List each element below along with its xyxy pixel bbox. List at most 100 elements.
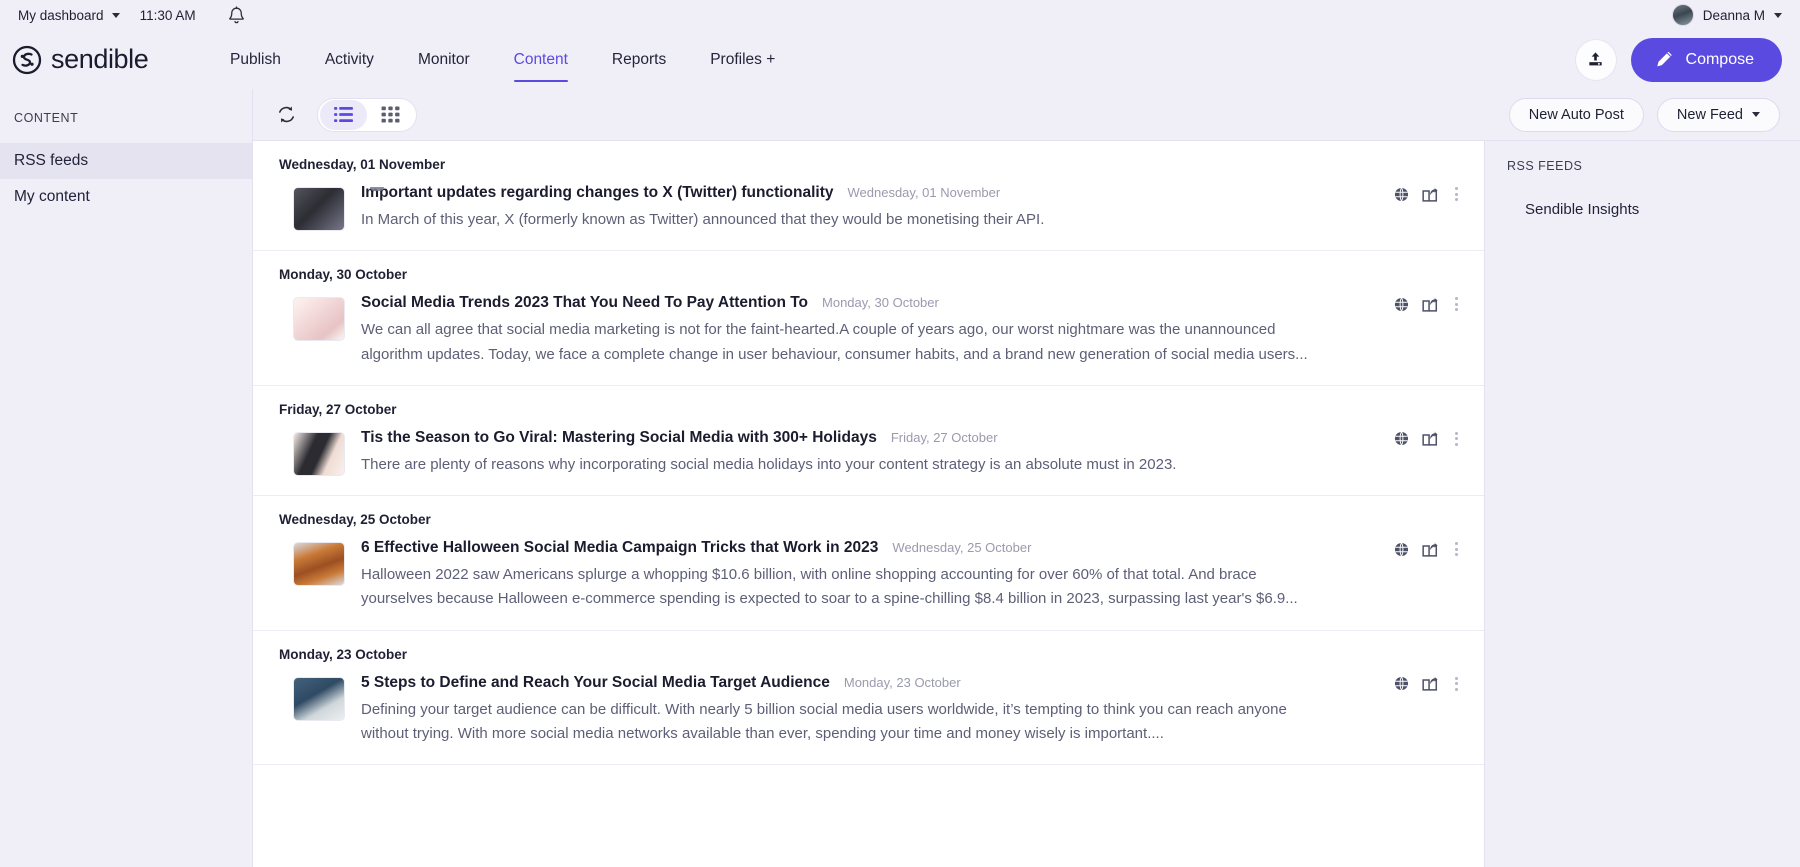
rss-feeds-panel: RSS FEEDS Sendible Insights [1484, 141, 1800, 867]
share-icon[interactable] [1422, 186, 1438, 202]
post-title[interactable]: Social Media Trends 2023 That You Need T… [361, 294, 808, 312]
more-vertical-icon[interactable] [1451, 539, 1462, 559]
dashboard-selector[interactable]: My dashboard [18, 8, 120, 23]
pencil-icon [1656, 51, 1672, 67]
post-content: 5 Steps to Define and Reach Your Social … [361, 674, 1381, 747]
post-title[interactable]: Important updates regarding changes to X… [361, 184, 834, 202]
post-header: Social Media Trends 2023 That You Need T… [361, 294, 1321, 312]
navbar-actions: Compose [1574, 37, 1782, 82]
feed-panel[interactable]: Wednesday, 01 November Important updates… [253, 141, 1484, 867]
new-feed-label: New Feed [1676, 106, 1743, 123]
brand-name: sendible [51, 44, 149, 74]
post-title[interactable]: Tis the Season to Go Viral: Mastering So… [361, 429, 877, 447]
nav-item-profiles[interactable]: Profiles + [688, 33, 797, 86]
globe-icon[interactable] [1394, 431, 1409, 446]
center-column: New Auto Post New Feed Wednesday, 01 Nov… [253, 89, 1800, 867]
rss-feed-item-sendible-insights[interactable]: Sendible Insights [1485, 195, 1800, 224]
post-title[interactable]: 6 Effective Halloween Social Media Campa… [361, 539, 878, 557]
post-actions [1394, 674, 1462, 694]
globe-icon[interactable] [1394, 297, 1409, 312]
post-date: Friday, 27 October [890, 429, 998, 445]
nav-item-activity[interactable]: Activity [303, 33, 396, 86]
new-feed-button[interactable]: New Feed [1656, 97, 1780, 132]
post-header: Important updates regarding changes to X… [361, 184, 1321, 202]
globe-icon[interactable] [1394, 542, 1409, 557]
day-label: Friday, 27 October [279, 401, 397, 417]
post-date: Wednesday, 01 November [847, 185, 1001, 200]
day-group: Friday, 27 October Tis the Season to Go … [253, 386, 1484, 497]
post-date: Wednesday, 25 October [892, 540, 1032, 556]
nav-item-publish[interactable]: Publish [208, 33, 303, 86]
list-item[interactable]: 5 Steps to Define and Reach Your Social … [253, 668, 1484, 765]
share-icon[interactable] [1422, 296, 1438, 312]
nav-item-content[interactable]: Content [492, 33, 590, 86]
post-actions [1394, 539, 1462, 559]
chevron-down-icon [111, 12, 120, 18]
app-root: My dashboard 11:30 AM Deanna M sendible … [0, 0, 1800, 867]
content-toolbar: New Auto Post New Feed [253, 89, 1800, 141]
day-group: Monday, 23 October 5 Steps to Define and… [253, 631, 1484, 766]
sidebar-item-my-content[interactable]: My content [0, 179, 252, 215]
post-excerpt: Halloween 2022 saw Americans splurge a w… [361, 566, 1298, 608]
upload-icon [1589, 52, 1602, 66]
list-item[interactable]: Tis the Season to Go Viral: Mastering So… [253, 423, 1484, 495]
post-thumbnail [293, 676, 345, 721]
utility-bar: My dashboard 11:30 AM Deanna M [0, 0, 1800, 30]
feed-list: Wednesday, 01 November Important updates… [253, 141, 1484, 766]
share-icon[interactable] [1422, 541, 1438, 557]
day-label: Monday, 30 October [279, 267, 408, 283]
grid-view-button[interactable] [367, 100, 414, 130]
post-excerpt: We can all agree that social media marke… [361, 321, 1308, 363]
post-content: Tis the Season to Go Viral: Mastering So… [361, 429, 1381, 477]
post-content: Important updates regarding changes to X… [361, 184, 1381, 232]
list-item[interactable]: Social Media Trends 2023 That You Need T… [253, 288, 1484, 385]
view-toggle-group [317, 97, 417, 132]
more-vertical-icon[interactable] [1451, 294, 1462, 314]
globe-icon[interactable] [1394, 187, 1409, 202]
more-vertical-icon[interactable] [1451, 429, 1462, 449]
chevron-down-icon [1752, 112, 1760, 117]
new-auto-post-label: New Auto Post [1528, 106, 1624, 123]
post-date: Monday, 30 October [822, 295, 939, 311]
post-content: 6 Effective Halloween Social Media Campa… [361, 539, 1381, 612]
day-group: Wednesday, 01 November Important updates… [253, 141, 1484, 252]
post-excerpt: Defining your target audience can be dif… [361, 700, 1287, 743]
more-vertical-icon[interactable] [1451, 184, 1462, 204]
avatar [1671, 4, 1694, 26]
post-header: 5 Steps to Define and Reach Your Social … [361, 674, 1321, 692]
list-item[interactable]: 6 Effective Halloween Social Media Campa… [253, 533, 1484, 630]
left-sidebar: CONTENT RSS feeds My content [0, 89, 253, 867]
compose-button[interactable]: Compose [1630, 37, 1782, 82]
grid-view-icon [381, 106, 400, 123]
post-header: 6 Effective Halloween Social Media Campa… [361, 539, 1321, 557]
brand-logo[interactable]: sendible [12, 44, 208, 75]
day-group: Wednesday, 25 October 6 Effective Hallow… [253, 496, 1484, 631]
sidebar-item-rss-feeds[interactable]: RSS feeds [0, 143, 252, 179]
chevron-down-icon [1774, 12, 1782, 18]
dashboard-label: My dashboard [18, 7, 104, 23]
globe-icon[interactable] [1394, 676, 1409, 691]
new-auto-post-button[interactable]: New Auto Post [1508, 97, 1644, 132]
rss-panel-heading: RSS FEEDS [1507, 159, 1583, 173]
nav-item-monitor[interactable]: Monitor [396, 33, 492, 86]
toolbar-actions: New Auto Post New Feed [1508, 97, 1780, 132]
upload-button[interactable] [1574, 38, 1617, 81]
list-item[interactable]: Important updates regarding changes to X… [253, 178, 1484, 250]
loading-indicator [370, 187, 384, 191]
day-label: Monday, 23 October [279, 646, 408, 662]
share-icon[interactable] [1422, 676, 1438, 691]
post-content: Social Media Trends 2023 That You Need T… [361, 294, 1381, 367]
list-view-button[interactable] [320, 99, 367, 130]
body: CONTENT RSS feeds My content New Auto Po… [0, 89, 1800, 867]
nav-item-reports[interactable]: Reports [590, 33, 688, 86]
more-vertical-icon[interactable] [1451, 674, 1462, 694]
refresh-button[interactable] [271, 100, 301, 130]
share-icon[interactable] [1422, 431, 1438, 447]
sendible-logo-icon [12, 45, 42, 74]
post-actions [1394, 294, 1462, 314]
user-menu[interactable]: Deanna M [1671, 4, 1782, 26]
nav-links: Publish Activity Monitor Content Reports… [208, 33, 797, 86]
post-date: Monday, 23 October [843, 674, 961, 690]
bell-icon[interactable] [228, 5, 245, 25]
post-title[interactable]: 5 Steps to Define and Reach Your Social … [361, 674, 830, 692]
